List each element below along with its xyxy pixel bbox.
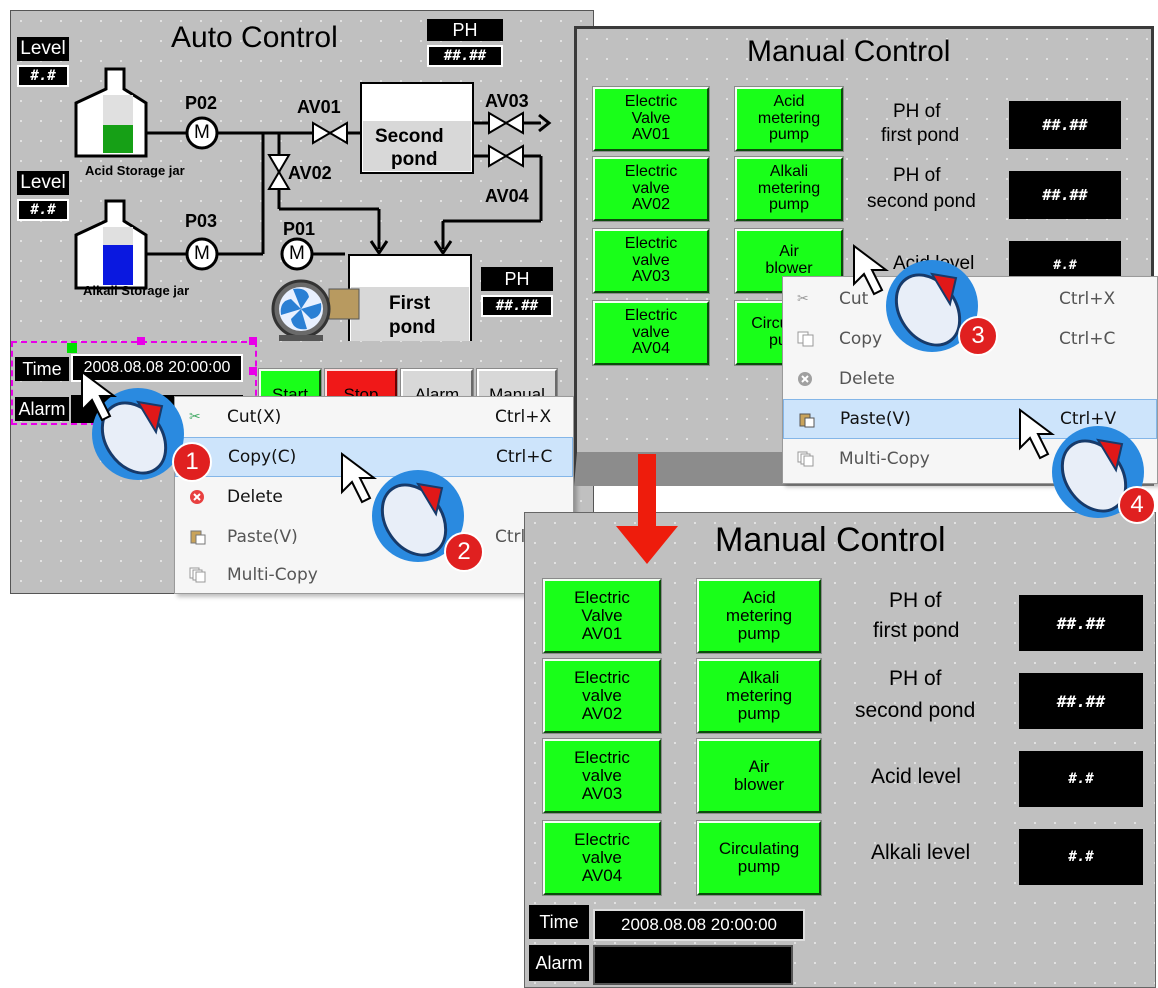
alarm-value-bottom — [593, 945, 793, 985]
step-3-badge: 3 — [958, 316, 998, 356]
multicopy-icon — [189, 567, 207, 583]
valve-av02-button[interactable]: Electric valve AV02 — [592, 156, 710, 222]
selection-handle[interactable] — [249, 367, 257, 375]
red-arrow-down-icon — [616, 454, 678, 564]
air-blower-icon[interactable] — [271, 279, 360, 341]
valve-av01-button[interactable]: Electric Valve AV01 — [542, 578, 662, 654]
time-label-bottom: Time — [529, 905, 589, 939]
alkali-jar-label: Alkali Storage jar — [83, 283, 190, 298]
valve-label-av03: AV03 — [485, 91, 529, 111]
ph2-label-top-1: PH of — [893, 165, 941, 186]
first-pond-label-1: First — [389, 293, 431, 314]
valve-label-av01: AV01 — [297, 97, 341, 117]
ph1-value-bottom: ##.## — [1019, 595, 1143, 651]
paste-icon — [189, 529, 207, 545]
valve-av01[interactable] — [312, 121, 348, 145]
alkali-level-value-bottom: #.# — [1019, 829, 1143, 885]
valve-label-av02: AV02 — [288, 163, 332, 183]
acid-pump-button[interactable]: Acid metering pump — [696, 578, 822, 654]
multicopy-icon — [797, 451, 815, 467]
ph2-label-top-2: second pond — [867, 191, 976, 212]
step-1-badge: 1 — [172, 442, 212, 482]
ph2-label-bottom-2: second pond — [855, 699, 976, 722]
valve-av04-button[interactable]: Electric valve AV04 — [542, 820, 662, 896]
acid-pump-button[interactable]: Acid metering pump — [734, 86, 844, 152]
valve-av01-button[interactable]: Electric Valve AV01 — [592, 86, 710, 152]
motor-label-p02: M — [194, 122, 210, 143]
pump-label-p01: P01 — [283, 219, 316, 239]
paste-icon — [798, 412, 816, 428]
copy-icon — [797, 331, 815, 347]
acid-storage-jar — [74, 67, 148, 158]
motor-label-p01: M — [289, 243, 305, 264]
air-blower-button[interactable]: Air blower — [696, 738, 822, 814]
manual-control-title-top: Manual Control — [747, 35, 951, 68]
valve-av03-button[interactable]: Electric valve AV03 — [542, 738, 662, 814]
valve-av03-button[interactable]: Electric valve AV03 — [592, 228, 710, 294]
acid-level-value-bottom: #.# — [1019, 751, 1143, 807]
ph1-label-top-1: PH of — [893, 101, 941, 122]
selection-handle[interactable] — [249, 337, 257, 345]
valve-label-av04: AV04 — [485, 186, 529, 206]
valve-av04[interactable] — [488, 144, 524, 168]
circulating-pump-button[interactable]: Circulatingpump — [696, 820, 822, 896]
alkali-storage-jar — [74, 199, 148, 290]
selection-handle[interactable] — [67, 343, 77, 353]
valve-av02[interactable] — [267, 154, 291, 190]
step-4-badge: 4 — [1118, 486, 1156, 524]
ph-label-mid: PH — [481, 267, 553, 291]
manual-control-panel-bottom: Manual Control Electric Valve AV01 Electri… — [524, 512, 1156, 988]
step-2-badge: 2 — [444, 532, 484, 572]
valve-av04-button[interactable]: Electric valve AV04 — [592, 300, 710, 366]
ph2-value-top: ##.## — [1009, 171, 1121, 219]
ph1-label-bottom-1: PH of — [889, 589, 942, 612]
second-pond-label-1: Second — [375, 126, 444, 147]
motor-label-p03: M — [194, 243, 210, 264]
manual-control-title-bottom: Manual Control — [715, 521, 946, 559]
ph1-label-top-2: first pond — [881, 125, 960, 146]
second-pond-label-2: pond — [391, 149, 438, 170]
alkali-pump-button[interactable]: Alkali metering pump — [734, 156, 844, 222]
menu-item-cut[interactable]: ✂ Cut(X) Ctrl+X — [175, 397, 573, 437]
valve-av03[interactable] — [488, 111, 524, 135]
pump-label-p03: P03 — [185, 211, 218, 231]
acid-level-label-bottom: Acid level — [871, 765, 961, 788]
pump-label-p02: P02 — [185, 93, 218, 113]
selection-handle[interactable] — [137, 337, 145, 345]
alkali-pump-button[interactable]: Alkali metering pump — [696, 658, 822, 734]
ph2-value-bottom: ##.## — [1019, 673, 1143, 729]
scissors-icon: ✂ — [797, 291, 809, 307]
ph1-value-top: ##.## — [1009, 101, 1121, 149]
alkali-level-label-bottom: Alkali level — [871, 841, 971, 864]
first-pond-label-2: pond — [389, 317, 436, 338]
ph1-label-bottom-2: first pond — [873, 619, 960, 642]
alarm-label-bottom: Alarm — [529, 945, 589, 981]
time-value-bottom[interactable]: 2008.08.08 20:00:00 — [593, 909, 805, 941]
delete-icon — [797, 371, 815, 387]
acid-jar-label: Acid Storage jar — [85, 163, 185, 178]
ph-value-mid: ##.## — [481, 295, 553, 317]
valve-av02-button[interactable]: Electric valve AV02 — [542, 658, 662, 734]
ph2-label-bottom-1: PH of — [889, 667, 942, 690]
